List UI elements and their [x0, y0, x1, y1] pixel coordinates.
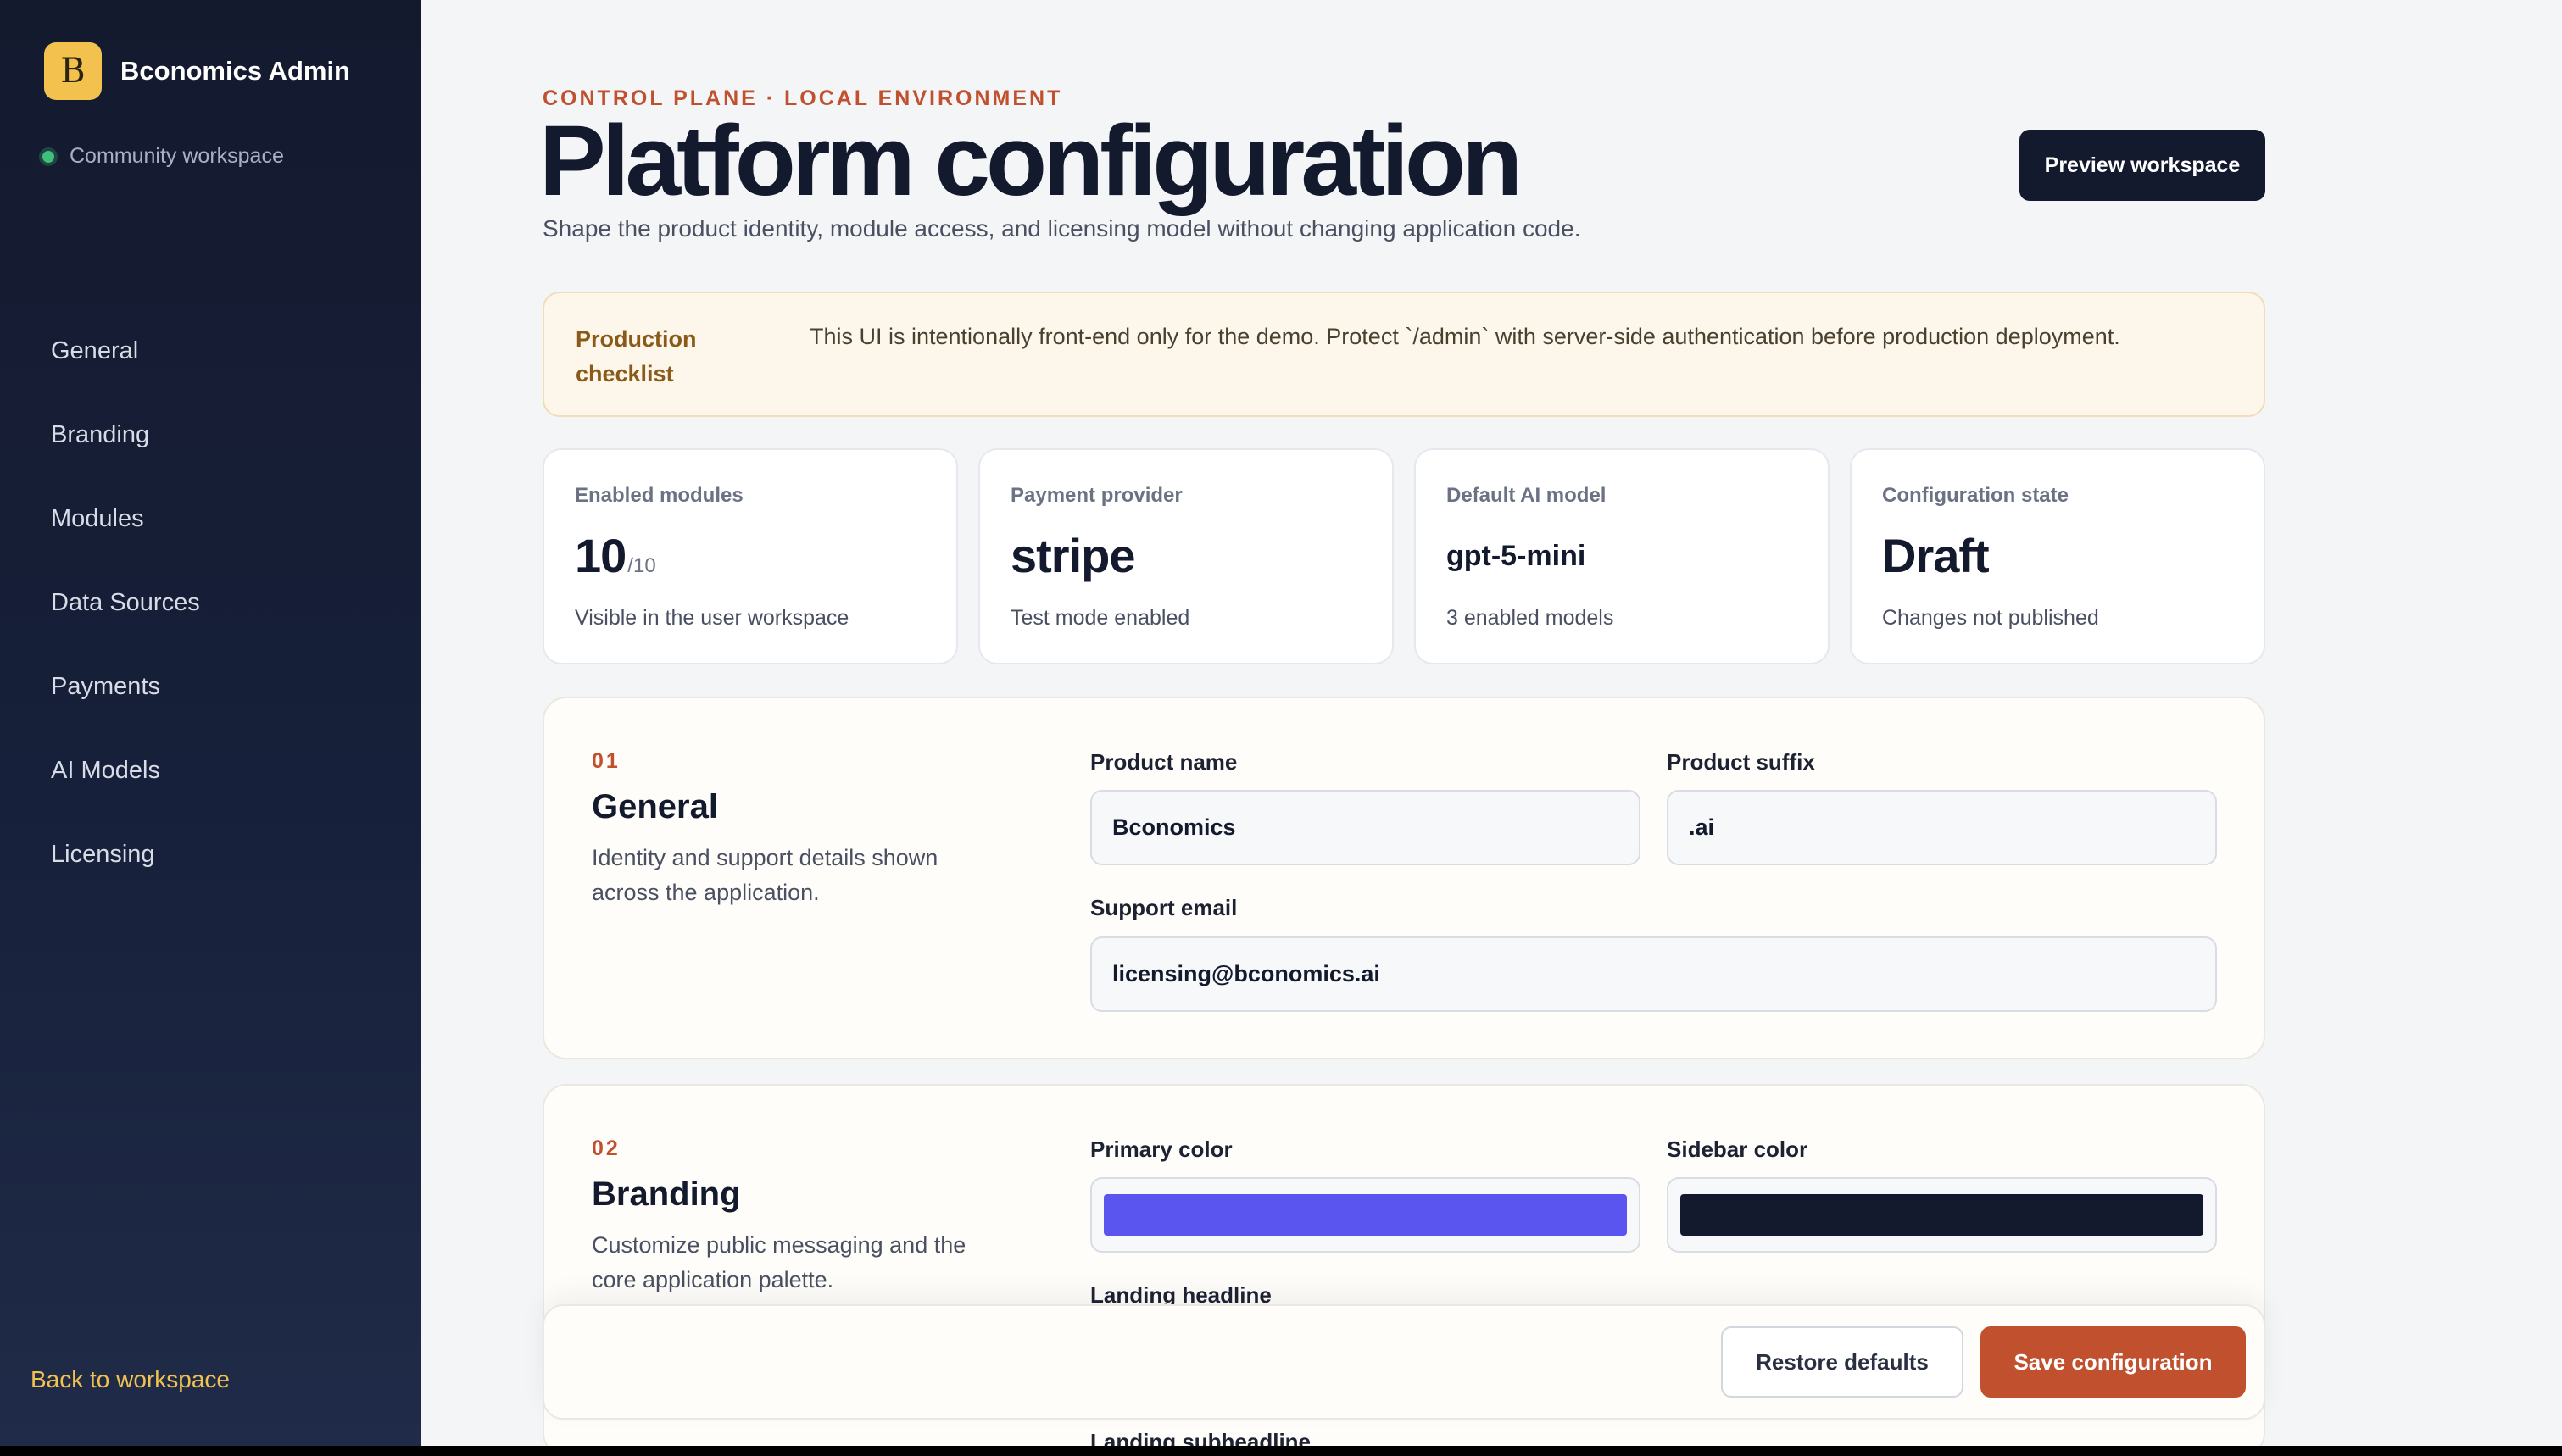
section-number: 01 [592, 749, 621, 773]
sidebar-item-data-sources[interactable]: Data Sources [51, 584, 200, 668]
restore-defaults-button[interactable]: Restore defaults [1721, 1326, 1963, 1398]
sidebar-color-picker[interactable] [1667, 1177, 2217, 1253]
product-suffix-input[interactable]: .ai [1667, 790, 2217, 865]
page-title: Platform configuration [539, 105, 1523, 217]
section-title: General [592, 788, 718, 825]
sidebar-nav: General Branding Modules Data Sources Pa… [51, 332, 200, 920]
stat-value: Draft [1882, 529, 1990, 582]
stat-label: Default AI model [1446, 484, 1607, 507]
app-window: B Bconomics Admin Community workspace Ge… [0, 0, 2562, 1446]
primary-color-label: Primary color [1090, 1136, 1233, 1162]
general-section: 01 General Identity and support details … [543, 697, 2265, 1059]
primary-color-swatch [1104, 1194, 1627, 1236]
preview-workspace-button[interactable]: Preview workspace [2019, 130, 2265, 201]
support-email-input[interactable]: licensing@bconomics.ai [1090, 936, 2217, 1012]
sidebar: B Bconomics Admin Community workspace Ge… [0, 0, 421, 1446]
stat-value: 10/10 [575, 528, 656, 583]
product-name-label: Product name [1090, 749, 1238, 775]
brand-logo-icon: B [44, 42, 102, 100]
product-suffix-label: Product suffix [1667, 749, 1815, 775]
sidebar-color-label: Sidebar color [1667, 1136, 1808, 1162]
action-bar: Restore defaults Save configuration [543, 1304, 2265, 1420]
stat-note: Changes not published [1882, 606, 2099, 630]
landing-subheadline-label: Landing subheadline [1090, 1429, 1312, 1446]
notice-title: Production checklist [576, 326, 697, 386]
stat-label: Configuration state [1882, 484, 2069, 507]
section-description: Customize public messaging and the core … [592, 1232, 966, 1292]
workspace-label: Community workspace [70, 144, 284, 168]
save-configuration-button[interactable]: Save configuration [1980, 1326, 2246, 1398]
support-email-label: Support email [1090, 895, 1238, 920]
stat-card-payment-provider: Payment provider stripe Test mode enable… [978, 448, 1394, 664]
brand-name: Bconomics Admin [120, 56, 350, 86]
stats-row: Enabled modules 10/10 Visible in the use… [543, 448, 2265, 664]
sidebar-color-swatch [1680, 1194, 2203, 1236]
section-description: Identity and support details shown acros… [592, 845, 938, 905]
sidebar-item-branding[interactable]: Branding [51, 416, 200, 500]
sidebar-item-licensing[interactable]: Licensing [51, 836, 200, 920]
stat-value: gpt-5-mini [1446, 540, 1586, 572]
status-dot-icon [42, 150, 54, 163]
back-to-workspace-link[interactable]: Back to workspace [31, 1366, 230, 1393]
sidebar-item-general[interactable]: General [51, 332, 200, 416]
workspace-status: Community workspace [42, 144, 284, 169]
notice-text: This UI is intentionally front-end only … [810, 324, 2120, 349]
stat-note: Test mode enabled [1011, 606, 1190, 630]
stat-label: Payment provider [1011, 484, 1183, 507]
production-checklist-notice: Production checklist This UI is intentio… [543, 292, 2265, 417]
sidebar-item-ai-models[interactable]: AI Models [51, 752, 200, 836]
stat-note: Visible in the user workspace [575, 606, 849, 630]
section-number: 02 [592, 1136, 621, 1160]
stat-value-number: 10 [575, 529, 627, 582]
stat-card-default-ai-model: Default AI model gpt-5-mini 3 enabled mo… [1414, 448, 1830, 664]
product-name-input[interactable]: Bconomics [1090, 790, 1640, 865]
stat-card-enabled-modules: Enabled modules 10/10 Visible in the use… [543, 448, 958, 664]
section-title: Branding [592, 1175, 741, 1213]
page-subtitle: Shape the product identity, module acces… [543, 215, 1581, 242]
sidebar-item-payments[interactable]: Payments [51, 668, 200, 752]
sidebar-item-modules[interactable]: Modules [51, 500, 200, 584]
stat-card-configuration-state: Configuration state Draft Changes not pu… [1850, 448, 2265, 664]
primary-color-picker[interactable] [1090, 1177, 1640, 1253]
stat-note: 3 enabled models [1446, 606, 1614, 630]
stat-label: Enabled modules [575, 484, 744, 507]
brand[interactable]: B Bconomics Admin [44, 42, 350, 100]
stat-value: stripe [1011, 529, 1135, 582]
stat-value-suffix: /10 [627, 554, 656, 577]
